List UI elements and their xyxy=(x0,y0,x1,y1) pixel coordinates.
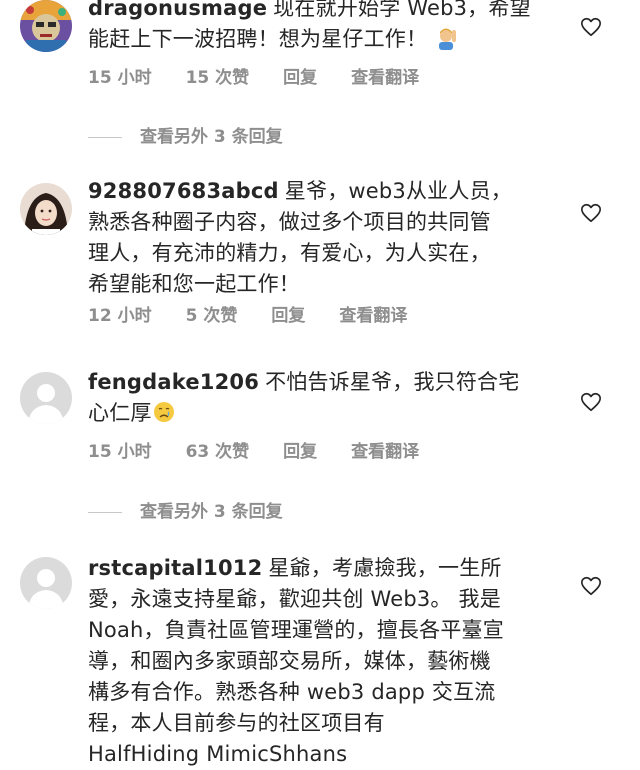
translate-button[interactable]: 查看翻译 xyxy=(339,306,407,326)
comment-text-line: 希望能和您一起工作！ xyxy=(88,272,300,296)
divider-line xyxy=(88,136,122,138)
translate-button[interactable]: 查看翻译 xyxy=(351,68,419,88)
comment-text-line: 導，和圈內多家頭部交易所，媒体，藝術機 xyxy=(88,649,491,673)
comment-likes[interactable]: 63 次赞 xyxy=(186,442,250,462)
colorful-artwork-avatar[interactable] xyxy=(20,0,72,52)
comment-body: fengdake1206 不怕告诉星爷，我只符合宅 心仁厚 xyxy=(88,367,568,429)
comment-text-line: 程，本人目前参与的社区项目有 xyxy=(88,711,385,735)
reply-button[interactable]: 回复 xyxy=(283,68,317,88)
reply-button[interactable]: 回复 xyxy=(283,442,317,462)
comment-meta: 15 小时 15 次赞 回复 查看翻译 xyxy=(88,63,453,88)
comment-username[interactable]: 928807683abcd xyxy=(88,179,279,203)
girl-photo-avatar[interactable] xyxy=(20,183,72,235)
comment-body: 928807683abcd 星爷，web3从业人员， 熟悉各种圈子内容，做过多个项… xyxy=(88,176,568,300)
comment-likes[interactable]: 5 次赞 xyxy=(186,306,238,326)
comment-username[interactable]: fengdake1206 xyxy=(88,370,259,394)
comment-meta: 12 小时 5 次赞 回复 查看翻译 xyxy=(88,301,441,326)
comment-text-line: 现在就开始学 Web3，希望 xyxy=(273,0,531,20)
comment-text-line: 心仁厚 xyxy=(88,401,152,425)
comment-meta: 15 小时 63 次赞 回复 查看翻译 xyxy=(88,437,453,462)
view-more-replies-button[interactable]: 查看另外 3 条回复 xyxy=(88,122,283,147)
default-avatar[interactable] xyxy=(20,557,72,609)
comment-likes[interactable]: 15 次赞 xyxy=(186,68,250,88)
comment-text-line: 不怕告诉星爷，我只符合宅 xyxy=(265,370,520,394)
heart-outline-icon[interactable] xyxy=(580,575,602,597)
comment-text-line: 星爷，web3从业人员， xyxy=(284,179,512,203)
comment-username[interactable]: rstcapital1012 xyxy=(88,556,262,580)
comment-time: 12 小时 xyxy=(88,306,152,326)
comment-body: rstcapital1012 星爺，考慮撿我，一生所 愛，永遠支持星爺，歡迎共创 … xyxy=(88,553,568,770)
comment-text-line: 能赶上下一波招聘！想为星仔工作！ xyxy=(88,27,428,51)
heart-outline-icon[interactable] xyxy=(580,202,602,224)
view-more-replies-label: 查看另外 3 条回复 xyxy=(140,127,283,147)
default-avatar[interactable] xyxy=(20,372,72,424)
comment-text-line: 熟悉各种圈子内容，做过多个项目的共同管 xyxy=(88,210,491,234)
comment-body: dragonusmage 现在就开始学 Web3，希望 能赶上下一波招聘！想为星仔… xyxy=(88,0,568,55)
comment-time: 15 小时 xyxy=(88,68,152,88)
comment-text-line: Noah，負責社區管理運營的，擅長各平臺宣 xyxy=(88,618,504,642)
translate-button[interactable]: 查看翻译 xyxy=(351,442,419,462)
crying-face-emoji xyxy=(152,400,176,424)
divider-line xyxy=(88,511,122,513)
comment-text-line: 理人，有充沛的精力，有爱心，为人实在， xyxy=(88,241,491,265)
comment-text-line: 構多有合作。熟悉各种 web3 dapp 交互流 xyxy=(88,680,496,704)
comment-time: 15 小时 xyxy=(88,442,152,462)
reply-button[interactable]: 回复 xyxy=(271,306,305,326)
view-more-replies-label: 查看另外 3 条回复 xyxy=(140,502,283,522)
comment-text-line: 愛，永遠支持星爺，歡迎共创 Web3。 我是 xyxy=(88,587,501,611)
view-more-replies-button[interactable]: 查看另外 3 条回复 xyxy=(88,497,283,522)
person-raising-hand-emoji xyxy=(434,26,458,50)
heart-outline-icon[interactable] xyxy=(580,16,602,38)
heart-outline-icon[interactable] xyxy=(580,391,602,413)
comment-text-line: HalfHiding MimicShhans xyxy=(88,742,348,766)
comment-username[interactable]: dragonusmage xyxy=(88,0,267,20)
comment-text-line: 星爺，考慮撿我，一生所 xyxy=(268,556,502,580)
